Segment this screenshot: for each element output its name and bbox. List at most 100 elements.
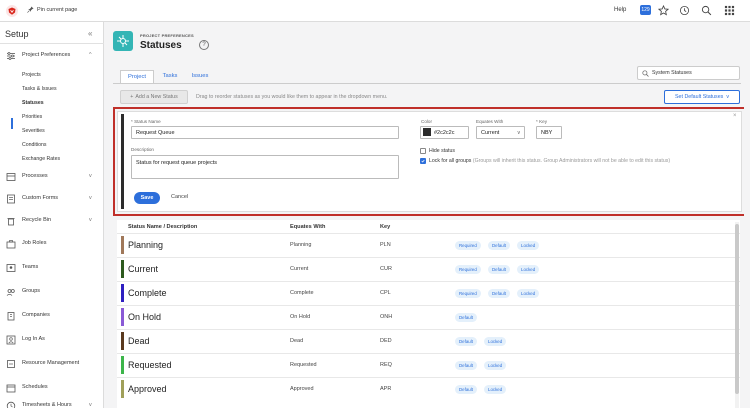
page-kicker: PROJECT PREFERENCES [140, 33, 194, 38]
sidebar-subitem-exchange-rates[interactable]: Exchange Rates [22, 156, 60, 162]
sidebar-item-label: Companies [22, 312, 50, 318]
hide-status-label: Hide status [429, 148, 455, 154]
sidebar-subitem-tasks-issues[interactable]: Tasks & Issues [22, 86, 57, 92]
tabs-divider [113, 83, 741, 84]
clock-icon [6, 401, 16, 408]
status-tag-locked: Locked [517, 241, 540, 250]
sidebar-item-processes[interactable]: Processes v [0, 170, 104, 184]
status-equates: Current [290, 266, 309, 272]
status-tag-default: Default [488, 289, 510, 298]
tab-project[interactable]: Project [120, 70, 154, 83]
table-row[interactable] [117, 233, 740, 257]
sidebar-item-custom-forms[interactable]: Custom Forms v [0, 192, 104, 206]
save-button[interactable]: Save [134, 192, 160, 204]
status-tag-locked: Locked [484, 385, 507, 394]
column-header-key: Key [380, 224, 391, 230]
status-tag-default: Default [488, 265, 510, 274]
column-header-name: Status Name / Description [128, 224, 198, 230]
sidebar-item-label: Timesheets & Hours [22, 402, 72, 408]
trash-icon [6, 216, 16, 226]
status-key: ONH [380, 314, 393, 320]
add-new-status-button[interactable]: + Add a New Status [120, 90, 188, 104]
table-row[interactable] [117, 377, 740, 401]
tab-tasks[interactable]: Tasks [157, 70, 183, 83]
sidebar-item-recycle-bin[interactable]: Recycle Bin v [0, 214, 104, 228]
chevron-down-icon: v [89, 402, 92, 408]
sidebar-item-groups[interactable]: Groups [0, 285, 104, 299]
chevron-down-icon: v [89, 173, 92, 179]
sidebar-item-log-in-as[interactable]: Log In As [0, 333, 104, 347]
table-row[interactable] [117, 257, 740, 281]
page-title: Statuses [140, 40, 182, 51]
sidebar-subitem-priorities[interactable]: Priorities [22, 114, 42, 120]
help-link[interactable]: Help [614, 7, 626, 13]
status-tag-required: Required [455, 289, 481, 298]
sliders-icon [6, 51, 16, 61]
sidebar-item-label: Schedules [22, 384, 48, 390]
close-icon[interactable]: × [733, 113, 737, 119]
sidebar-item-timesheets-hours[interactable]: Timesheets & Hours v [0, 399, 104, 408]
chevron-down-icon: v [89, 217, 92, 223]
color-label: Color [421, 119, 432, 124]
notification-badge[interactable]: 129 [640, 5, 651, 15]
active-indicator [11, 118, 13, 129]
table-scrollbar-thumb[interactable] [735, 224, 739, 394]
cancel-button[interactable]: Cancel [171, 194, 188, 200]
pin-current-page-button[interactable]: Pin current page [27, 6, 77, 13]
add-new-status-label: Add a New Status [135, 94, 178, 100]
status-search-input[interactable]: System Statuses [637, 66, 740, 80]
hide-status-checkbox[interactable] [420, 148, 426, 154]
status-key: CPL [380, 290, 391, 296]
description-textarea[interactable]: Status for request queue projects [131, 155, 399, 179]
status-name: Planning [128, 240, 164, 250]
sidebar-item-label: Processes [22, 173, 48, 179]
sidebar-item-project-preferences[interactable]: Project Preferences ^ [0, 49, 104, 63]
key-input[interactable]: NBY [536, 126, 562, 139]
status-equates: Dead [290, 338, 304, 344]
status-color-bar [121, 380, 124, 398]
sidebar-item-label: Log In As [22, 336, 45, 342]
collapse-sidebar-button[interactable]: « [88, 29, 92, 38]
tab-issues[interactable]: Issues [186, 70, 214, 83]
sidebar-subitem-statuses[interactable]: Statuses [22, 100, 44, 106]
table-row[interactable] [117, 305, 740, 329]
sidebar-subitem-projects[interactable]: Projects [22, 72, 41, 78]
lock-for-all-groups-checkbox[interactable] [420, 158, 426, 164]
help-circle-icon[interactable]: ? [199, 40, 209, 50]
pin-icon [27, 6, 34, 13]
sidebar-divider [0, 43, 104, 44]
key-label: * Key [536, 119, 547, 124]
set-default-statuses-label: Set Default Statuses [675, 94, 724, 100]
set-default-statuses-button[interactable]: Set Default Statuses v [664, 90, 740, 104]
sidebar-item-resource-management[interactable]: Resource Management [0, 357, 104, 371]
apps-grid-icon[interactable] [724, 5, 735, 16]
status-name: On Hold [128, 312, 162, 322]
sidebar-item-job-roles[interactable]: Job Roles [0, 237, 104, 251]
calendar-icon [6, 383, 16, 393]
history-icon[interactable] [679, 5, 690, 16]
table-row[interactable] [117, 353, 740, 377]
status-equates: Planning [290, 242, 312, 248]
app-logo-icon[interactable] [6, 5, 18, 17]
page-scrollbar[interactable] [744, 22, 750, 408]
sidebar-item-teams[interactable]: Teams [0, 261, 104, 275]
equates-with-select[interactable]: Current v [476, 126, 525, 139]
chevron-down-icon: v [517, 130, 521, 136]
table-row[interactable] [117, 329, 740, 353]
status-equates: Requested [290, 362, 317, 368]
groups-icon [6, 287, 16, 297]
search-icon[interactable] [701, 5, 712, 16]
status-key: PLN [380, 242, 391, 248]
table-row[interactable] [117, 281, 740, 305]
sidebar-subitem-conditions[interactable]: Conditions [22, 142, 47, 148]
sidebar-item-label: Resource Management [22, 360, 80, 366]
star-icon[interactable] [658, 5, 669, 16]
equates-with-value: Current [481, 130, 500, 136]
status-name: Current [128, 264, 159, 274]
sidebar-item-schedules[interactable]: Schedules [0, 381, 104, 395]
sidebar-subitem-severities[interactable]: Severities [22, 128, 45, 134]
status-name-input[interactable]: Request Queue [131, 126, 399, 139]
color-swatch[interactable] [423, 128, 431, 136]
search-icon [642, 70, 649, 77]
sidebar-item-companies[interactable]: Companies [0, 309, 104, 323]
